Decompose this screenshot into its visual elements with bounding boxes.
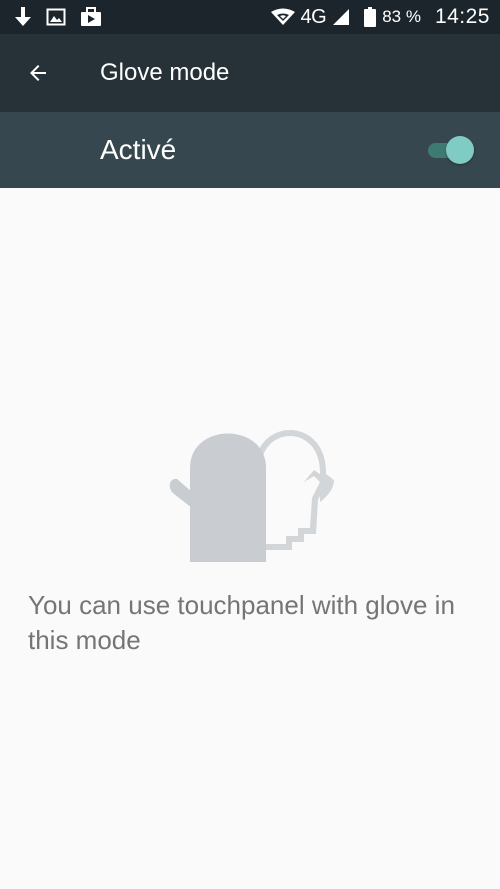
glove-illustration — [168, 422, 334, 564]
download-icon — [14, 6, 32, 28]
wifi-icon — [270, 8, 295, 26]
clock: 14:25 — [434, 5, 490, 28]
glove-mode-toggle[interactable] — [426, 136, 474, 164]
system-indicators: 4G 83 % 14:25 — [270, 4, 491, 30]
master-switch-label: Activé — [100, 134, 177, 165]
status-bar: 4G 83 % 14:25 — [0, 0, 500, 34]
app-toolbar: Glove mode — [0, 34, 500, 112]
glove-icon — [168, 422, 334, 564]
battery-icon — [364, 7, 377, 27]
image-icon — [46, 8, 66, 26]
description-text: You can use touchpanel with glove in thi… — [28, 590, 455, 655]
toggle-thumb — [446, 136, 474, 164]
battery-percent: 83 % — [382, 7, 421, 26]
signal-icon — [332, 8, 350, 26]
back-button[interactable] — [16, 51, 60, 95]
network-type: 4G — [300, 5, 327, 28]
bag-icon — [80, 7, 102, 27]
master-switch-bar[interactable]: Activé — [0, 112, 500, 188]
arrow-back-icon — [26, 61, 50, 85]
page-title: Glove mode — [100, 59, 230, 86]
notification-icons — [14, 5, 102, 29]
